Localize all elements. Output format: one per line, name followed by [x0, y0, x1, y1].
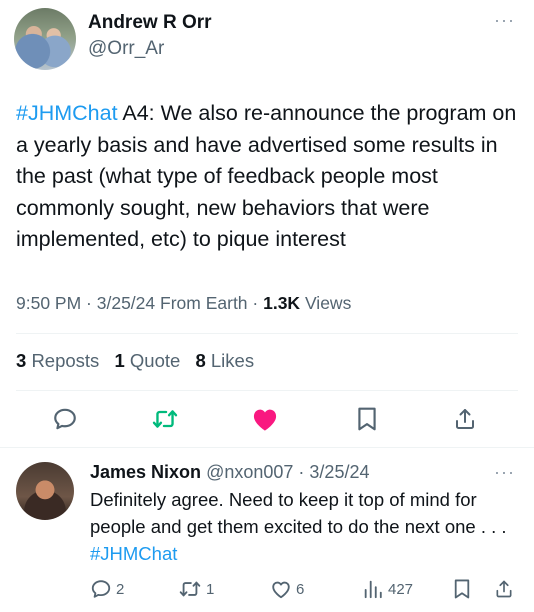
tweet-time[interactable]: 9:50 PM: [16, 293, 81, 313]
reply-like-button[interactable]: 6: [270, 578, 304, 600]
author-avatar[interactable]: [14, 8, 76, 70]
engagement-stats: 3 Reposts 1 Quote 8 Likes: [16, 350, 254, 372]
like-icon[interactable]: [250, 404, 280, 434]
divider: [0, 447, 534, 448]
hashtag-link[interactable]: #JHMChat: [16, 101, 118, 125]
reply-replies-count: 2: [116, 580, 125, 598]
author-name[interactable]: Andrew R Orr: [88, 12, 212, 34]
reply-share-button[interactable]: [494, 578, 514, 600]
share-icon[interactable]: [450, 404, 480, 434]
tweet-source: From Earth: [160, 293, 248, 313]
tweet-text: #JHMChat A4: We also re-announce the pro…: [16, 98, 521, 256]
more-options-icon[interactable]: ···: [494, 10, 515, 31]
reply-author-avatar[interactable]: [16, 462, 74, 520]
retweet-icon[interactable]: [150, 404, 180, 434]
like-icon: [272, 581, 290, 599]
reply-header: James Nixon @nxon007 · 3/25/24: [90, 462, 370, 482]
reply-reposts-count: 1: [206, 580, 215, 598]
views-count: 1.3K: [263, 293, 301, 313]
reply-views-button[interactable]: 427: [362, 578, 413, 600]
reply-hashtag-link[interactable]: #JHMChat: [90, 543, 177, 564]
quotes-stat[interactable]: 1 Quote: [114, 350, 180, 371]
reply-retweet-button[interactable]: 1: [178, 578, 214, 600]
likes-stat[interactable]: 8 Likes: [195, 350, 254, 371]
retweet-icon: [179, 581, 201, 597]
reply-text: Definitely agree. Need to keep it top of…: [90, 486, 520, 567]
reply-more-options-icon[interactable]: ···: [494, 462, 515, 483]
reposts-stat[interactable]: 3 Reposts: [16, 350, 99, 371]
reply-icon: [91, 580, 111, 598]
reply-likes-count: 6: [296, 580, 305, 598]
reply-author-handle[interactable]: @nxon007: [206, 462, 293, 482]
views-icon: [364, 580, 382, 599]
reply-author-name[interactable]: James Nixon: [90, 462, 201, 482]
bookmark-icon: [454, 579, 470, 599]
reply-bookmark-button[interactable]: [453, 578, 471, 600]
reply-icon[interactable]: [50, 404, 80, 434]
share-icon: [496, 580, 512, 598]
reply-views-count: 427: [388, 580, 414, 598]
reply-reply-button[interactable]: 2: [90, 578, 124, 600]
reply-body: Definitely agree. Need to keep it top of…: [90, 489, 507, 537]
author-handle[interactable]: @Orr_Ar: [88, 38, 164, 60]
reply-date[interactable]: 3/25/24: [309, 462, 369, 482]
bookmark-icon[interactable]: [352, 404, 382, 434]
tweet-date[interactable]: 3/25/24: [97, 293, 155, 313]
views-label: Views: [304, 293, 352, 313]
divider: [16, 390, 518, 391]
tweet-meta: 9:50 PM · 3/25/24 From Earth · 1.3K View…: [16, 293, 352, 313]
divider: [16, 333, 518, 334]
